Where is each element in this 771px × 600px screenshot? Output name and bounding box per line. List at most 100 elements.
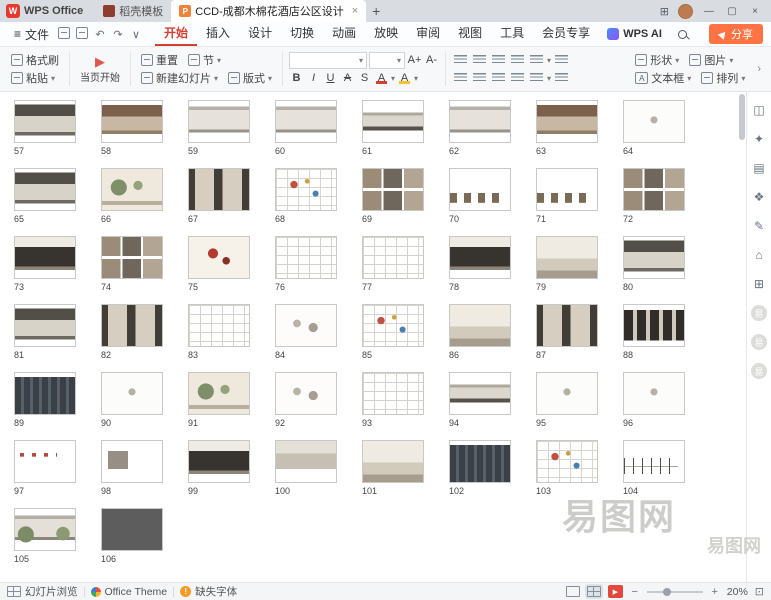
effects-panel-icon[interactable]: ✦ [751,131,767,147]
highlight-caret-icon[interactable]: ▾ [414,74,418,83]
section-button[interactable]: 节 ▾ [184,51,225,69]
menu-tab-10[interactable]: 会员专享 [533,22,599,46]
numbering-icon[interactable] [473,55,486,65]
columns-icon[interactable] [530,73,543,83]
line-spacing-caret-icon[interactable]: ▾ [547,56,551,65]
smartart-convert-icon[interactable] [555,73,568,83]
slide-thumbnail-96[interactable] [623,372,685,415]
strikethrough-button[interactable]: A [340,72,355,84]
bold-button[interactable]: B [289,72,304,84]
slide-thumbnail-69[interactable] [362,168,424,211]
slide-thumbnail-91[interactable] [188,372,250,415]
slide-thumbnail-80[interactable] [623,236,685,279]
slide-thumbnail-97[interactable] [14,440,76,483]
increase-font-button[interactable]: A+ [407,54,422,66]
play-from-current-button[interactable]: ▶ 当页开始 [75,50,125,88]
font-color-button[interactable]: A [374,72,389,84]
slide-thumbnail-89[interactable] [14,372,76,415]
textbox-button[interactable]: A 文本框 ▾ [631,69,695,87]
menu-tab-2[interactable]: 插入 [197,22,239,46]
highlight-color-button[interactable]: A [397,72,412,84]
slide-thumbnail-95[interactable] [536,372,598,415]
slide-thumbnail-101[interactable] [362,440,424,483]
properties-panel-icon[interactable]: ◫ [751,102,767,118]
paste-button[interactable]: 粘贴 ▾ [7,69,59,87]
theme-indicator[interactable]: Office Theme [91,586,168,598]
text-shadow-button[interactable]: S [357,72,372,84]
indent-decrease-icon[interactable] [492,55,505,65]
slide-thumbnail-94[interactable] [449,372,511,415]
justify-icon[interactable] [511,73,524,83]
zoom-slider[interactable] [647,591,703,593]
scrollbar-thumb[interactable] [739,94,745,140]
slide-thumbnail-67[interactable] [188,168,250,211]
font-size-select[interactable]: ▾ [369,52,405,69]
apps-grid-icon[interactable]: ⊞ [660,5,669,18]
slide-thumbnail-71[interactable] [536,168,598,211]
undo-button[interactable]: ↶ [91,28,109,41]
format-painter-button[interactable]: 格式刷 [7,51,63,69]
home-panel-icon[interactable]: ⌂ [751,247,767,263]
slide-thumbnail-66[interactable] [101,168,163,211]
slide-thumbnail-76[interactable] [275,236,337,279]
outline-panel-icon[interactable]: ▤ [751,160,767,176]
arrange-button[interactable]: 排列 ▾ [697,69,749,87]
slide-thumbnail-106[interactable] [101,508,163,551]
layout-button[interactable]: 版式 ▾ [224,69,276,87]
slide-thumbnail-87[interactable] [536,304,598,347]
new-tab-button[interactable]: + [366,3,386,19]
shapes-button[interactable]: 形状 ▾ [631,51,683,69]
align-center-icon[interactable] [473,73,486,83]
doc-tab-current[interactable]: P CCD-成都木棉花酒店公区设计 × [171,0,366,22]
slide-thumbnail-88[interactable] [623,304,685,347]
slide-thumbnail-82[interactable] [101,304,163,347]
underline-button[interactable]: U [323,72,338,84]
zoom-out-button[interactable]: − [630,586,640,598]
missing-fonts-warning[interactable]: ! 缺失字体 [180,584,237,599]
menu-tab-5[interactable]: 动画 [323,22,365,46]
new-slide-button[interactable]: 新建幻灯片 ▾ [137,69,222,87]
slide-thumbnail-74[interactable] [101,236,163,279]
slide-thumbnail-64[interactable] [623,100,685,143]
line-spacing-icon[interactable] [530,55,543,65]
design-tools-icon[interactable]: ❖ [751,189,767,205]
menu-tab-7[interactable]: 审阅 [407,22,449,46]
slide-thumbnail-58[interactable] [101,100,163,143]
minimize-icon[interactable]: — [702,6,716,17]
slide-thumbnail-98[interactable] [101,440,163,483]
menu-tab-1[interactable]: 开始 [155,22,197,46]
italic-button[interactable]: I [306,72,321,84]
slide-thumbnail-84[interactable] [275,304,337,347]
slide-thumbnail-86[interactable] [449,304,511,347]
align-left-icon[interactable] [454,73,467,83]
slide-thumbnail-83[interactable] [188,304,250,347]
slide-thumbnail-92[interactable] [275,372,337,415]
slide-thumbnail-93[interactable] [362,372,424,415]
slide-thumbnail-102[interactable] [449,440,511,483]
file-menu-button[interactable]: ≡ 文件 [8,26,55,43]
slide-thumbnail-100[interactable] [275,440,337,483]
close-tab-icon[interactable]: × [352,5,358,17]
slide-thumbnail-57[interactable] [14,100,76,143]
slide-thumbnail-85[interactable] [362,304,424,347]
slide-thumbnail-75[interactable] [188,236,250,279]
slide-thumbnail-73[interactable] [14,236,76,279]
slide-thumbnail-61[interactable] [362,100,424,143]
close-window-icon[interactable]: × [748,6,762,17]
bullets-icon[interactable] [454,55,467,65]
search-icon[interactable] [678,30,687,39]
quick-access-more-button[interactable]: ∨ [127,28,145,41]
columns-caret-icon[interactable]: ▾ [547,74,551,83]
slide-thumbnail-79[interactable] [536,236,598,279]
save-button[interactable] [55,27,73,42]
slide-thumbnail-63[interactable] [536,100,598,143]
share-button[interactable]: 分享 [709,24,763,44]
slide-thumbnail-78[interactable] [449,236,511,279]
slideshow-play-button[interactable]: ▶ [608,585,623,598]
redo-button[interactable]: ↷ [109,28,127,41]
font-family-select[interactable]: ▾ [289,52,367,69]
menu-tab-6[interactable]: 放映 [365,22,407,46]
slide-thumbnail-103[interactable] [536,440,598,483]
user-avatar[interactable] [678,4,693,19]
slide-thumbnail-99[interactable] [188,440,250,483]
